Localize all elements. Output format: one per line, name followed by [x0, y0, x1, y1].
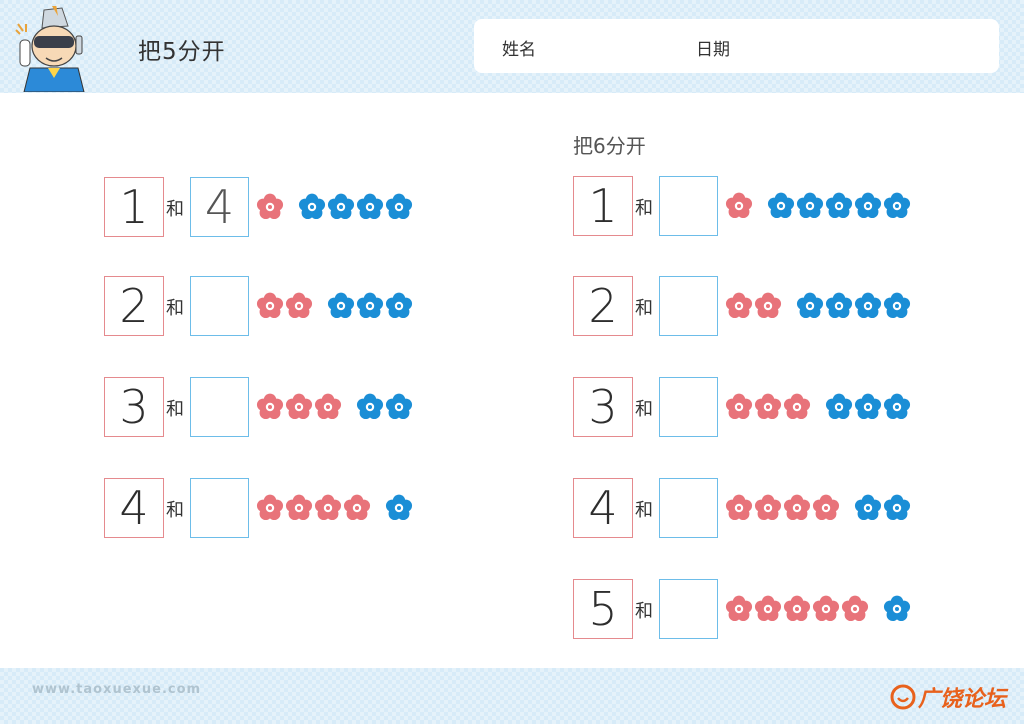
flower-icon [314, 494, 342, 521]
flower-icon [783, 595, 811, 622]
flower-icon [825, 292, 853, 319]
flower-icon [385, 193, 413, 220]
answer-box[interactable] [659, 377, 718, 437]
flower-icon [883, 292, 911, 319]
connector-label: 和 [635, 601, 653, 622]
flower-icon [754, 393, 782, 420]
number-box: 4 [573, 478, 633, 538]
page-title: 把5分开 [138, 39, 226, 65]
answer-box[interactable] [659, 478, 718, 538]
date-label: 日期 [696, 40, 730, 60]
flower-icon [883, 192, 911, 219]
answer-box[interactable] [659, 176, 718, 236]
flower-icon [256, 292, 284, 319]
answer-box[interactable] [659, 579, 718, 639]
flower-icon [725, 494, 753, 521]
flower-icon [854, 292, 882, 319]
connector-label: 和 [635, 198, 653, 219]
student-info-box: 姓名 日期 [474, 19, 999, 73]
number-box: 4 [104, 478, 164, 538]
flower-icon [754, 595, 782, 622]
flower-icon [812, 595, 840, 622]
flower-icon [327, 292, 355, 319]
robot-mascot-icon [15, 6, 85, 92]
flower-icon [725, 595, 753, 622]
flower-icon [725, 292, 753, 319]
connector-label: 和 [166, 500, 184, 521]
flower-icon [754, 292, 782, 319]
flower-icon [783, 494, 811, 521]
footer-logo-text: 广饶论坛 [918, 687, 1007, 712]
flower-icon [725, 192, 753, 219]
connector-label: 和 [166, 298, 184, 319]
footer-url[interactable]: www.taoxuexue.com [32, 682, 201, 697]
answer-box[interactable] [190, 276, 249, 336]
answer-box[interactable] [190, 478, 249, 538]
flower-icon [327, 193, 355, 220]
flower-icon [854, 494, 882, 521]
flower-icon [796, 292, 824, 319]
number-box: 2 [573, 276, 633, 336]
flower-icon [783, 393, 811, 420]
flower-icon [825, 192, 853, 219]
flower-icon [285, 393, 313, 420]
flower-icon [285, 292, 313, 319]
flower-icon [285, 494, 313, 521]
flower-icon [356, 393, 384, 420]
connector-label: 和 [635, 399, 653, 420]
footer-logo: 广饶论坛 [890, 680, 1006, 714]
flower-icon [298, 193, 326, 220]
flower-icon [854, 393, 882, 420]
number-box: 3 [573, 377, 633, 437]
flower-icon [256, 393, 284, 420]
right-section-title: 把6分开 [573, 134, 646, 158]
flower-icon [256, 494, 284, 521]
flower-icon [812, 494, 840, 521]
flower-icon [883, 494, 911, 521]
answer-box[interactable] [659, 276, 718, 336]
flower-icon [343, 494, 371, 521]
answer-box[interactable] [190, 377, 249, 437]
flower-icon [356, 193, 384, 220]
flower-icon [725, 393, 753, 420]
flower-icon [754, 494, 782, 521]
flower-icon [883, 595, 911, 622]
smile-logo-icon [890, 684, 916, 710]
flower-icon [256, 193, 284, 220]
flower-icon [385, 292, 413, 319]
connector-label: 和 [166, 199, 184, 220]
connector-label: 和 [635, 500, 653, 521]
flower-icon [825, 393, 853, 420]
connector-label: 和 [635, 298, 653, 319]
flower-icon [385, 393, 413, 420]
flower-icon [356, 292, 384, 319]
flower-icon [385, 494, 413, 521]
flower-icon [883, 393, 911, 420]
number-box: 1 [573, 176, 633, 236]
flower-icon [841, 595, 869, 622]
flower-icon [854, 192, 882, 219]
connector-label: 和 [166, 399, 184, 420]
number-box: 5 [573, 579, 633, 639]
flower-icon [767, 192, 795, 219]
number-box: 3 [104, 377, 164, 437]
number-box: 1 [104, 177, 164, 237]
number-box: 2 [104, 276, 164, 336]
flower-icon [314, 393, 342, 420]
flower-icon [796, 192, 824, 219]
name-label: 姓名 [502, 40, 536, 60]
answer-box[interactable]: 4 [190, 177, 249, 237]
